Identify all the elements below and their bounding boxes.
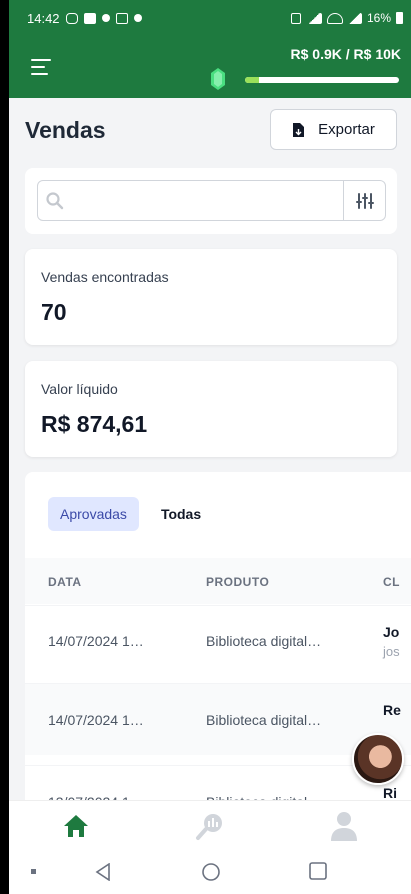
menu-icon-line [31, 73, 48, 75]
page-title: Vendas [25, 117, 106, 143]
sales-goal: R$ 0.9K / R$ 10K [291, 46, 402, 62]
row-client: Ri [383, 785, 397, 801]
system-navigation [9, 850, 411, 894]
wifi-icon [326, 12, 343, 24]
status-tabs: Aprovadas Todas [48, 497, 213, 531]
profile-icon [331, 811, 357, 841]
menu-icon [31, 59, 51, 61]
status-bar: 14:42 16% [27, 8, 403, 28]
gem-icon [211, 68, 225, 90]
search-input[interactable] [72, 187, 342, 215]
app-screen: 14:42 16% R$ 0.9K / R$ 10K Vendas Export… [9, 0, 411, 894]
instagram-icon [65, 12, 78, 24]
home-icon [64, 814, 88, 837]
table-row[interactable]: 14/07/2024 1… Biblioteca digital… Jo jos [25, 605, 411, 677]
analytics-icon [196, 813, 222, 840]
search-icon [46, 192, 64, 210]
tab-approved[interactable]: Aprovadas [48, 497, 139, 531]
menu-icon-line [31, 66, 45, 68]
nav-profile[interactable] [324, 809, 364, 843]
app-icon [115, 12, 128, 24]
goal-progress [211, 68, 401, 90]
filter-button[interactable] [343, 181, 385, 220]
row-client: Re [383, 702, 401, 718]
goal-progress-fill [245, 77, 259, 83]
net-value-value: R$ 874,61 [41, 411, 148, 437]
support-chat-avatar[interactable] [352, 733, 404, 785]
sales-table-card: Aprovadas Todas DATA PRODUTO CL 14/07/20… [25, 472, 411, 832]
column-header-product[interactable]: PRODUTO [206, 575, 269, 589]
overview-icon[interactable] [309, 862, 327, 880]
tab-all[interactable]: Todas [149, 497, 213, 531]
net-value-card: Valor líquido R$ 874,61 [25, 361, 397, 457]
youtube-icon [83, 12, 96, 24]
notification-icon [101, 14, 110, 22]
search-card [25, 168, 397, 234]
export-label: Exportar [318, 121, 375, 138]
row-product: Biblioteca digital… [206, 633, 322, 649]
signal-icon-2 [347, 12, 362, 24]
recents-dot-icon[interactable] [31, 869, 36, 874]
signal-icon [305, 12, 322, 24]
column-header-client[interactable]: CL [383, 575, 400, 589]
vpn-icon [133, 14, 142, 22]
column-header-date[interactable]: DATA [48, 575, 82, 589]
home-button-icon[interactable] [201, 862, 221, 882]
sales-found-label: Vendas encontradas [41, 269, 169, 285]
mute-icon [290, 12, 301, 24]
net-value-label: Valor líquido [41, 381, 118, 397]
row-date: 14/07/2024 1… [48, 712, 144, 728]
table-row[interactable]: 14/07/2024 1… Biblioteca digital… Re [25, 683, 411, 755]
row-client: Jo [383, 624, 400, 640]
battery-icon [396, 12, 403, 24]
goal-progress-bar [245, 77, 399, 83]
row-client-email: jos [383, 644, 400, 659]
sales-found-value: 70 [41, 299, 67, 325]
menu-button[interactable] [31, 59, 51, 75]
goal-text: R$ 0.9K / R$ 10K [290, 46, 402, 62]
export-button[interactable]: Exportar [270, 109, 397, 150]
bottom-navigation [9, 800, 411, 850]
battery-percent: 16% [366, 11, 391, 25]
back-icon[interactable] [95, 863, 111, 881]
nav-analytics[interactable] [190, 809, 230, 843]
sales-found-card: Vendas encontradas 70 [25, 249, 397, 345]
app-header: 14:42 16% R$ 0.9K / R$ 10K [9, 0, 411, 98]
row-date: 14/07/2024 1… [48, 633, 144, 649]
nav-home[interactable] [56, 809, 96, 843]
row-product: Biblioteca digital… [206, 712, 322, 728]
filter-sliders-icon [355, 192, 374, 209]
search-box [37, 180, 386, 221]
status-time: 14:42 [27, 10, 60, 26]
table-header: DATA PRODUTO CL [25, 558, 411, 604]
export-file-icon [293, 122, 305, 137]
